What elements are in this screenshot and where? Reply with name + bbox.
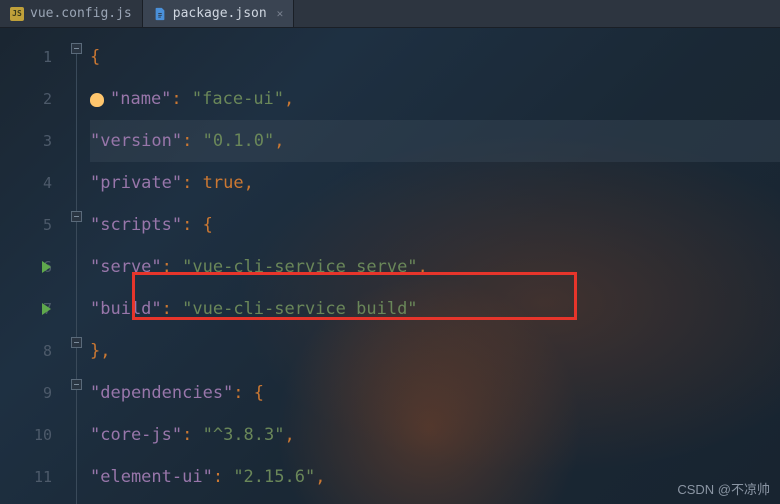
line-number[interactable]: 3	[0, 120, 66, 162]
fold-marker-icon[interactable]	[71, 43, 82, 54]
editor: 1 2 3 4 5 6 7 8 9 10 11 { "name": "face-…	[0, 28, 780, 504]
line-number[interactable]: 5	[0, 204, 66, 246]
line-number[interactable]: 4	[0, 162, 66, 204]
run-icon[interactable]	[42, 303, 51, 315]
code-line: {	[90, 36, 780, 78]
code-line: "version": "0.1.0",	[90, 120, 780, 162]
fold-marker-icon[interactable]	[71, 379, 82, 390]
code-line: "name": "face-ui",	[90, 78, 780, 120]
tab-label: package.json	[173, 6, 267, 21]
line-number[interactable]: 8	[0, 330, 66, 372]
line-gutter: 1 2 3 4 5 6 7 8 9 10 11	[0, 28, 66, 504]
code-line: "build": "vue-cli-service build"	[90, 288, 780, 330]
json-file-icon	[153, 7, 167, 21]
code-line: "dependencies": {	[90, 372, 780, 414]
tab-vue-config[interactable]: vue.config.js	[0, 0, 143, 27]
close-icon[interactable]: ✕	[277, 7, 284, 20]
tab-package-json[interactable]: package.json ✕	[143, 0, 295, 27]
line-number[interactable]: 11	[0, 456, 66, 498]
run-icon[interactable]	[42, 261, 51, 273]
fold-marker-icon[interactable]	[71, 211, 82, 222]
line-number[interactable]: 10	[0, 414, 66, 456]
code-line: "serve": "vue-cli-service serve",	[90, 246, 780, 288]
fold-column	[66, 28, 90, 504]
fold-guide	[76, 46, 77, 504]
line-number[interactable]: 1	[0, 36, 66, 78]
tab-label: vue.config.js	[30, 6, 132, 21]
line-number[interactable]: 6	[0, 246, 66, 288]
code-area[interactable]: { "name": "face-ui", "version": "0.1.0",…	[90, 28, 780, 504]
code-line: "core-js": "^3.8.3",	[90, 414, 780, 456]
line-number[interactable]: 7	[0, 288, 66, 330]
tab-bar: vue.config.js package.json ✕	[0, 0, 780, 28]
line-number[interactable]: 9	[0, 372, 66, 414]
fold-marker-icon[interactable]	[71, 337, 82, 348]
watermark: CSDN @不凉帅	[677, 479, 770, 498]
code-line: "scripts": {	[90, 204, 780, 246]
line-number[interactable]: 2	[0, 78, 66, 120]
code-line: },	[90, 330, 780, 372]
js-file-icon	[10, 7, 24, 21]
code-line: "private": true,	[90, 162, 780, 204]
lightbulb-icon[interactable]	[90, 93, 104, 107]
